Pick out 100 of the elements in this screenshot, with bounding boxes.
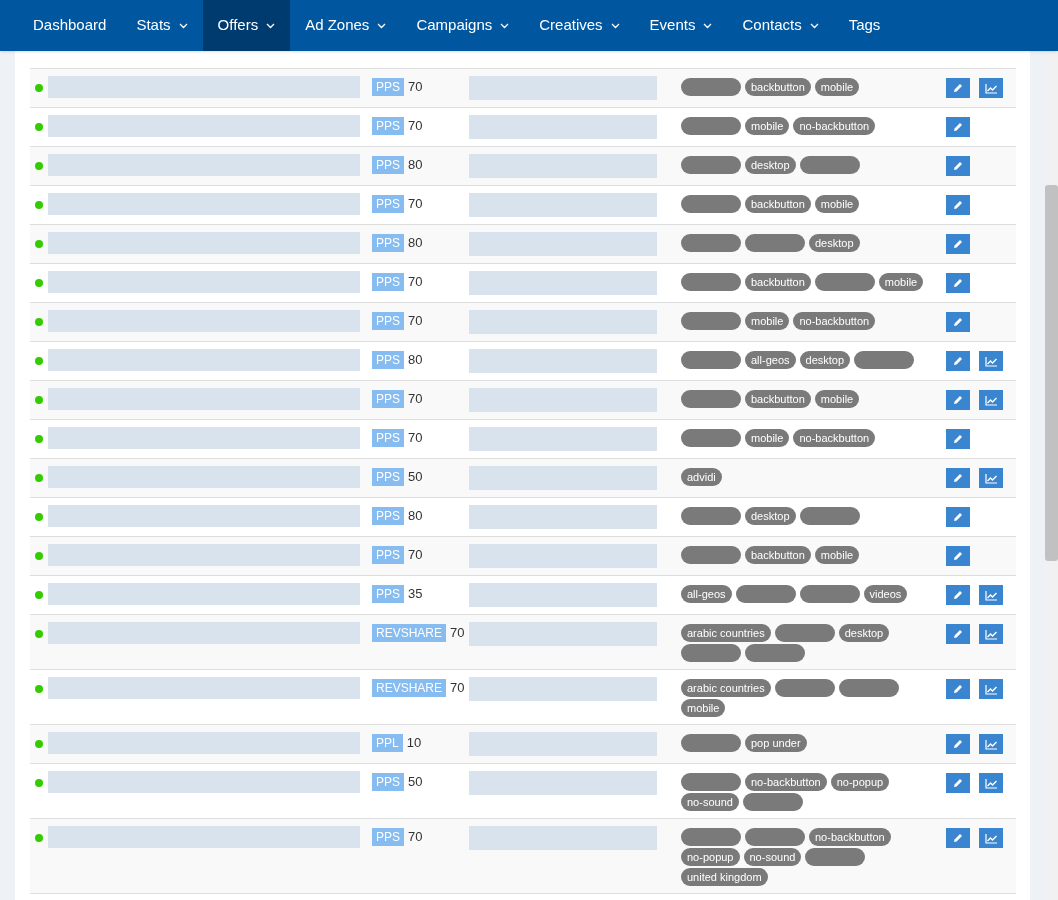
offer-value: 70 xyxy=(408,195,423,214)
chart-button[interactable] xyxy=(979,78,1003,98)
offer-type-badge: PPS xyxy=(372,351,404,369)
tag: desktop xyxy=(838,624,890,642)
edit-button[interactable] xyxy=(946,624,970,644)
redacted-tag xyxy=(745,828,805,846)
edit-button[interactable] xyxy=(946,351,970,371)
edit-button[interactable] xyxy=(946,507,970,527)
pencil-icon xyxy=(953,833,963,843)
nav-tab[interactable]: Contacts xyxy=(727,0,834,51)
edit-button[interactable] xyxy=(946,773,970,793)
tag: no-popup xyxy=(681,848,740,866)
tag: mobile xyxy=(814,390,860,408)
edit-button[interactable] xyxy=(946,195,970,215)
edit-button[interactable] xyxy=(946,312,970,332)
edit-button[interactable] xyxy=(946,468,970,488)
tag: arabic countries xyxy=(681,624,771,642)
redacted-tag xyxy=(681,351,741,369)
pencil-icon xyxy=(953,161,963,171)
chart-button[interactable] xyxy=(979,828,1003,848)
edit-button[interactable] xyxy=(946,679,970,699)
offer-type-badge: PPS xyxy=(372,546,404,564)
offer-value: 70 xyxy=(408,546,423,565)
offer-value: 50 xyxy=(408,468,423,487)
offer-value: 70 xyxy=(408,429,423,448)
chart-button[interactable] xyxy=(979,624,1003,644)
line-chart-icon xyxy=(984,738,998,750)
nav-tab[interactable]: Ad Zones xyxy=(290,0,402,51)
tag: videos xyxy=(863,585,908,603)
tag: all-geos xyxy=(745,351,796,369)
tag: mobile xyxy=(745,117,790,135)
nav-tab[interactable]: Events xyxy=(634,0,728,51)
tag: mobile xyxy=(814,195,860,213)
redacted-tag xyxy=(681,390,741,408)
nav-tab[interactable]: Stats xyxy=(121,0,203,51)
edit-button[interactable] xyxy=(946,273,970,293)
tag: mobile xyxy=(814,546,860,564)
pencil-icon xyxy=(953,200,963,210)
caret-icon xyxy=(266,22,276,29)
offer-value: 70 xyxy=(408,78,423,97)
line-chart-icon xyxy=(984,355,998,367)
edit-button[interactable] xyxy=(946,156,970,176)
chart-button[interactable] xyxy=(979,390,1003,410)
tag: no-backbutton xyxy=(793,117,876,135)
pencil-icon xyxy=(953,778,963,788)
scrollbar[interactable] xyxy=(1045,51,1058,900)
pencil-icon xyxy=(953,395,963,405)
tag: desktop xyxy=(809,234,860,252)
tag: arabic countries xyxy=(681,679,771,697)
nav-tab[interactable]: Creatives xyxy=(524,0,635,51)
chart-button[interactable] xyxy=(979,585,1003,605)
redacted-tag xyxy=(681,828,741,846)
redacted-tag xyxy=(681,117,741,135)
edit-button[interactable] xyxy=(946,429,970,449)
tag: no-popup xyxy=(830,773,890,791)
redacted-tag xyxy=(774,624,835,642)
offer-value: 70 xyxy=(408,273,423,292)
redacted-tag xyxy=(799,585,860,603)
edit-button[interactable] xyxy=(946,585,970,605)
tag: no-sound xyxy=(743,848,802,866)
line-chart-icon xyxy=(984,472,998,484)
nav-tab[interactable]: Tags xyxy=(833,0,896,51)
caret-icon xyxy=(178,22,188,29)
edit-button[interactable] xyxy=(946,78,970,98)
tag: desktop xyxy=(745,156,796,174)
line-chart-icon xyxy=(984,683,998,695)
tag: no-backbutton xyxy=(793,312,876,330)
offer-value: 70 xyxy=(450,679,465,698)
chart-button[interactable] xyxy=(979,773,1003,793)
edit-button[interactable] xyxy=(946,234,970,254)
edit-button[interactable] xyxy=(946,117,970,137)
offer-type-badge: REVSHARE xyxy=(372,679,447,697)
offer-type-badge: PPS xyxy=(372,195,404,213)
edit-button[interactable] xyxy=(946,546,970,566)
redacted-tag xyxy=(681,734,741,752)
chart-button[interactable] xyxy=(979,679,1003,699)
redacted-tag xyxy=(814,273,875,291)
offer-value: 80 xyxy=(408,156,423,175)
redacted-tag xyxy=(799,507,860,525)
offer-type-badge: PPS xyxy=(372,585,404,603)
offer-type-badge: PPS xyxy=(372,507,404,525)
line-chart-icon xyxy=(984,82,998,94)
offer-type-badge: PPS xyxy=(372,390,404,408)
nav-tab[interactable]: Dashboard xyxy=(18,0,122,51)
chart-button[interactable] xyxy=(979,351,1003,371)
redacted-tag xyxy=(681,312,741,330)
edit-button[interactable] xyxy=(946,390,970,410)
chart-button[interactable] xyxy=(979,468,1003,488)
edit-button[interactable] xyxy=(946,734,970,754)
pencil-icon xyxy=(953,590,963,600)
redacted-tag xyxy=(745,644,805,662)
pencil-icon xyxy=(953,356,963,366)
pencil-icon xyxy=(953,739,963,749)
offer-type-badge: PPS xyxy=(372,828,404,846)
pencil-icon xyxy=(953,434,963,444)
nav-tab[interactable]: Campaigns xyxy=(401,0,525,51)
chart-button[interactable] xyxy=(979,734,1003,754)
nav-tab[interactable]: Offers xyxy=(202,0,291,51)
pencil-icon xyxy=(953,551,963,561)
edit-button[interactable] xyxy=(946,828,970,848)
